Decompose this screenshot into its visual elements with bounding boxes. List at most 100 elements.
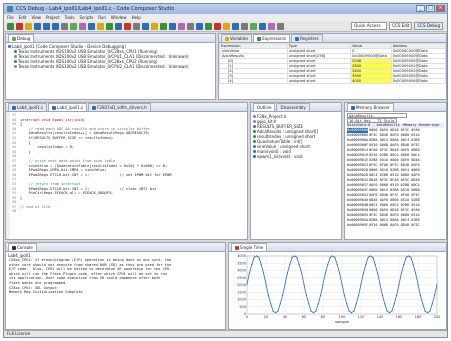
toolbar-button-15[interactable]: [142, 22, 149, 30]
data-point: [405, 256, 407, 259]
toolbar-button-2[interactable]: [25, 22, 32, 30]
line-text: {: [20, 122, 23, 127]
toolbar-button-25[interactable]: [232, 22, 239, 30]
quick-access-field[interactable]: Quick Access: [351, 22, 388, 30]
toolbar-button-8[interactable]: [79, 22, 86, 30]
expression-value[interactable]: 4000: [350, 78, 392, 84]
menu-window[interactable]: Window: [111, 15, 127, 20]
debug-item-label: Texas Instruments XDS100v2 USB Emulator_…: [18, 64, 189, 69]
toolbar-button-11[interactable]: [106, 22, 113, 30]
data-point: [255, 255, 258, 257]
menu-file[interactable]: File: [7, 15, 14, 20]
toolbar-button-13[interactable]: [124, 22, 131, 30]
line-text: if(RESULTS_BUFFER_SIZE <= resultsIndex): [20, 135, 114, 140]
menu-run[interactable]: Run: [98, 15, 106, 20]
tab-console[interactable]: Console: [8, 243, 37, 251]
toolbar-button-21[interactable]: [196, 22, 203, 30]
toolbar-button-12[interactable]: [115, 22, 122, 30]
toolbar-button-16[interactable]: [151, 22, 158, 30]
tab-debug[interactable]: Debug: [8, 34, 35, 42]
toolbar-button-17[interactable]: [160, 22, 167, 30]
line-text: EPwm2Regs.CMPA.bit.CMPA = sineValue;: [20, 168, 107, 173]
tab-memory-browser[interactable]: Memory Browser: [347, 103, 394, 111]
tab-disassembly[interactable]: Disassembly: [276, 103, 310, 111]
toolbar-button-10[interactable]: [97, 22, 104, 30]
tab-expressions[interactable]: Expressions: [253, 34, 291, 42]
debug-tree: Lab4_ipoll1 [Code Composer Studio - Devi…: [6, 43, 215, 70]
toolbar-button-22[interactable]: [205, 22, 212, 30]
window-title: CCS Debug - Lab4_ipoll1/Lab4_ipoll1.c - …: [16, 6, 175, 12]
code-area[interactable]: 37 38 interrupt void Epwm1_isr(void) 39{40 …: [11, 113, 171, 214]
tab-single-time[interactable]: Single Time: [231, 243, 268, 251]
data-point: [286, 272, 288, 274]
line-text: sineValue = (QuadratureTable[resultsInde…: [20, 163, 168, 168]
menu-tools[interactable]: Tools: [65, 15, 75, 20]
perspective-ccs-edit[interactable]: CCS Edit: [389, 22, 413, 30]
data-point: [293, 255, 296, 257]
toolbar-button-29[interactable]: [268, 22, 275, 30]
toolbar-button-4[interactable]: [43, 22, 50, 30]
data-point: [410, 256, 412, 259]
x-axis-label: sample: [335, 319, 349, 324]
toolbar-button-1[interactable]: [16, 22, 23, 30]
outline-icon: [253, 150, 256, 153]
debug-tree-item[interactable]: Texas Instruments XDS100v2 USB Emulator_…: [8, 64, 213, 69]
toolbar-button-27[interactable]: [250, 22, 257, 30]
line-text: resultsIndex = 0;: [20, 145, 75, 150]
toolbar-button-26[interactable]: [241, 22, 248, 30]
single-time-graph[interactable]: 400035003000250020001500100050000 20 40 60 8…: [229, 253, 446, 330]
menu-edit[interactable]: Edit: [19, 15, 27, 20]
line-text: AdcaResults[resultsIndex++] = AdcaResult…: [20, 131, 150, 136]
close-button[interactable]: ×: [436, 5, 445, 12]
toolbar-button-30[interactable]: [277, 22, 284, 30]
data-point: [353, 310, 355, 312]
toolbar-button-20[interactable]: [187, 22, 194, 30]
toolbar-button-14[interactable]: [133, 22, 140, 30]
line-text: EPwm1Regs.ETCLR.bit.INT = 1; // clear IN…: [20, 186, 157, 191]
data-point: [372, 256, 374, 259]
tab-variables[interactable]: Variables: [221, 34, 253, 42]
menu-view[interactable]: View: [31, 15, 41, 20]
menu-project[interactable]: Project: [46, 15, 60, 20]
expression-row[interactable]: [4] unsigned short 4000 0x00009004@Data: [219, 78, 446, 84]
toolbar-button-3[interactable]: [34, 22, 41, 30]
perspective-ccs-debug[interactable]: CCS Debug: [414, 22, 443, 30]
tab-registers[interactable]: Registers: [291, 34, 323, 42]
data-point: [336, 264, 338, 266]
toolbar-button-19[interactable]: [178, 22, 185, 30]
y-tick-label: 3000: [237, 269, 246, 273]
toolbar-button-28[interactable]: [259, 22, 266, 30]
toolbar-button-0[interactable]: [7, 22, 14, 30]
data-point: [400, 272, 402, 274]
data-point: [396, 294, 398, 296]
toolbar-button-9[interactable]: [88, 22, 95, 30]
toolbar-button-23[interactable]: [214, 22, 221, 30]
menu-help[interactable]: Help: [132, 15, 141, 20]
expression-value[interactable]: 0x00009000@Data: [350, 53, 392, 59]
x-tick-label: 140: [377, 315, 384, 319]
data-point: [289, 264, 291, 266]
toolbar-button-24[interactable]: [223, 22, 230, 30]
maximize-button[interactable]: □: [426, 5, 435, 12]
editor-tab[interactable]: Lab4_ipoll1.c: [48, 103, 88, 111]
console-view: Console Lab4_ipoll1 C28xx_CPU1: If erase…: [5, 242, 226, 330]
data-point: [403, 264, 405, 266]
outline-item[interactable]: epwm1_isr(void) : void: [253, 154, 339, 159]
line-text: // return from interrupt: [20, 181, 81, 186]
expression-name: [4]: [219, 78, 288, 84]
c-file-icon: [52, 105, 57, 110]
toolbar-button-18[interactable]: [169, 22, 176, 30]
data-point: [258, 256, 260, 259]
toolbar-button-6[interactable]: [61, 22, 68, 30]
tab-outline[interactable]: Outline: [253, 103, 276, 111]
editor-tab[interactable]: F2837xD_sdfm_drivers.h: [88, 103, 151, 111]
editor-tab[interactable]: Lab4_ipoll1.c: [8, 103, 48, 111]
toolbar-button-7[interactable]: [70, 22, 77, 30]
outline-icon: [253, 155, 256, 158]
toolbar-button-5[interactable]: [52, 22, 59, 30]
y-tick-label: 2500: [237, 276, 246, 280]
line-text: interrupt void Epwm1_isr(void): [20, 117, 85, 122]
minimize-button[interactable]: _: [416, 5, 425, 12]
memory-row[interactable]: 0x0000905F 0510 0800 0AF0 0D48 0F3C: [347, 223, 444, 228]
menu-scripts[interactable]: Scripts: [80, 15, 94, 20]
